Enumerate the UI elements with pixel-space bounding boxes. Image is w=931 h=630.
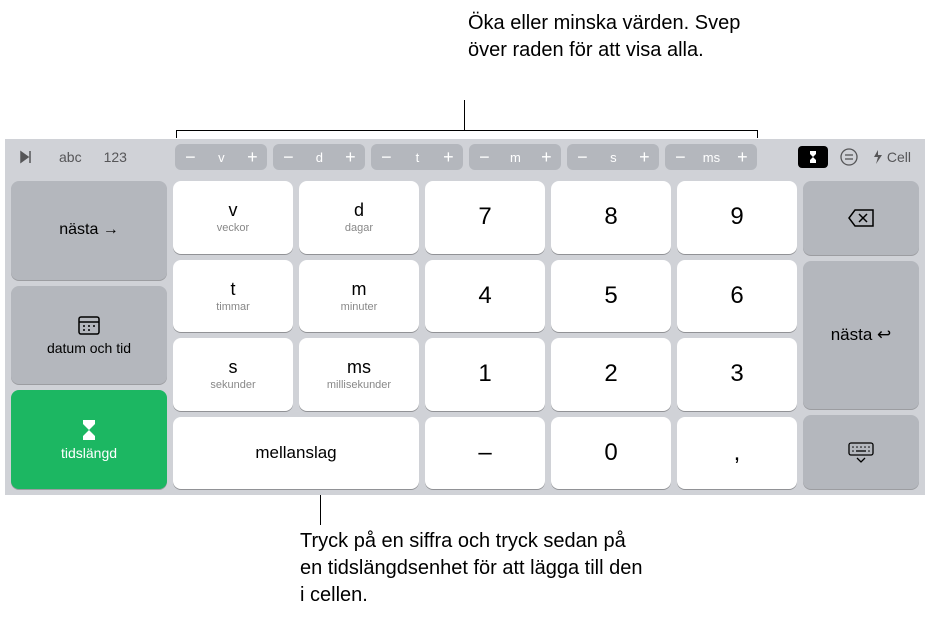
- unit-name: timmar: [216, 301, 250, 313]
- backspace-button[interactable]: [803, 181, 919, 255]
- 123-button[interactable]: 123: [96, 143, 135, 171]
- minus-key[interactable]: –: [425, 417, 545, 490]
- unit-symbol: ms: [347, 357, 371, 378]
- unit-key-v[interactable]: v veckor: [173, 181, 293, 254]
- digit-6[interactable]: 6: [677, 260, 797, 333]
- unit-name: dagar: [345, 222, 373, 234]
- callout-line: [757, 130, 758, 138]
- right-column: nästa ↩︎: [803, 181, 919, 489]
- stepper-v: − v +: [175, 144, 267, 170]
- unit-symbol: s: [229, 357, 238, 378]
- tab-next-icon[interactable]: [11, 143, 45, 171]
- digit-9[interactable]: 9: [677, 181, 797, 254]
- unit-symbol: d: [354, 200, 364, 221]
- topbar-right-icons: Cell: [798, 143, 919, 171]
- stepper-m-label: m: [499, 150, 531, 165]
- duration-mode-label: tidslängd: [61, 445, 117, 461]
- keyboard-top-bar: abc 123 − v + − d + − t + − m +: [5, 139, 925, 175]
- duration-mode-button[interactable]: tidslängd: [11, 390, 167, 489]
- callout-line: [176, 130, 177, 138]
- center-keypad: v veckor d dagar 7 8 9 t timmar m minute…: [173, 181, 797, 489]
- stepper-m-minus[interactable]: −: [469, 144, 499, 170]
- comma-key[interactable]: ,: [677, 417, 797, 490]
- unit-key-t[interactable]: t timmar: [173, 260, 293, 333]
- stepper-ms-minus[interactable]: −: [665, 144, 695, 170]
- stepper-v-label: v: [205, 150, 237, 165]
- abc-button[interactable]: abc: [51, 143, 90, 171]
- stepper-d-label: d: [303, 150, 335, 165]
- stepper-d-minus[interactable]: −: [273, 144, 303, 170]
- stepper-row: − v + − d + − t + − m + − s +: [141, 144, 792, 170]
- cell-button-label: Cell: [887, 149, 911, 165]
- digit-8[interactable]: 8: [551, 181, 671, 254]
- backspace-icon: [847, 208, 875, 228]
- stepper-d-plus[interactable]: +: [335, 144, 365, 170]
- next-button[interactable]: nästa ↩︎: [803, 261, 919, 409]
- unit-name: veckor: [217, 222, 249, 234]
- stepper-s-minus[interactable]: −: [567, 144, 597, 170]
- cell-button[interactable]: Cell: [870, 143, 919, 171]
- stepper-s-plus[interactable]: +: [629, 144, 659, 170]
- stepper-d: − d +: [273, 144, 365, 170]
- datetime-mode-label: datum och tid: [47, 340, 131, 356]
- left-column: nästa → datum och tid tidslängd: [11, 181, 167, 489]
- next-button-label: nästa ↩︎: [831, 325, 892, 345]
- digit-2[interactable]: 2: [551, 338, 671, 411]
- duration-mode-icon[interactable]: [798, 146, 828, 168]
- callout-top-text: Öka eller minska värden. Svep över raden…: [468, 10, 768, 64]
- stepper-t-label: t: [401, 150, 433, 165]
- digit-7[interactable]: 7: [425, 181, 545, 254]
- next-cell-label: nästa →: [59, 221, 119, 239]
- digit-0[interactable]: 0: [551, 417, 671, 490]
- stepper-s-label: s: [597, 150, 629, 165]
- unit-key-ms[interactable]: ms millisekunder: [299, 338, 419, 411]
- calendar-icon: [77, 314, 101, 336]
- digit-3[interactable]: 3: [677, 338, 797, 411]
- stepper-m-plus[interactable]: +: [531, 144, 561, 170]
- space-key[interactable]: mellanslag: [173, 417, 419, 490]
- stepper-v-plus[interactable]: +: [237, 144, 267, 170]
- digit-4[interactable]: 4: [425, 260, 545, 333]
- digit-5[interactable]: 5: [551, 260, 671, 333]
- stepper-t: − t +: [371, 144, 463, 170]
- unit-symbol: v: [229, 200, 238, 221]
- unit-symbol: t: [230, 279, 235, 300]
- hourglass-icon: [80, 419, 98, 441]
- unit-symbol: m: [352, 279, 367, 300]
- dismiss-keyboard-icon: [846, 441, 876, 463]
- stepper-v-minus[interactable]: −: [175, 144, 205, 170]
- unit-name: millisekunder: [327, 379, 391, 391]
- stepper-s: − s +: [567, 144, 659, 170]
- unit-key-d[interactable]: d dagar: [299, 181, 419, 254]
- formula-equals-icon[interactable]: [832, 143, 866, 171]
- key-area: nästa → datum och tid tidslängd v veckor: [5, 175, 925, 495]
- stepper-t-minus[interactable]: −: [371, 144, 401, 170]
- datetime-mode-button[interactable]: datum och tid: [11, 286, 167, 385]
- stepper-ms: − ms +: [665, 144, 757, 170]
- duration-keyboard: abc 123 − v + − d + − t + − m +: [5, 139, 925, 495]
- stepper-t-plus[interactable]: +: [433, 144, 463, 170]
- unit-name: minuter: [341, 301, 378, 313]
- unit-key-s[interactable]: s sekunder: [173, 338, 293, 411]
- unit-key-m[interactable]: m minuter: [299, 260, 419, 333]
- callout-bottom-text: Tryck på en siffra och tryck sedan på en…: [300, 528, 650, 609]
- callout-line: [176, 130, 758, 131]
- next-cell-button[interactable]: nästa →: [11, 181, 167, 280]
- callout-line: [464, 100, 465, 130]
- unit-name: sekunder: [210, 379, 255, 391]
- stepper-ms-label: ms: [695, 150, 727, 165]
- dismiss-keyboard-button[interactable]: [803, 415, 919, 489]
- stepper-m: − m +: [469, 144, 561, 170]
- stepper-ms-plus[interactable]: +: [727, 144, 757, 170]
- digit-1[interactable]: 1: [425, 338, 545, 411]
